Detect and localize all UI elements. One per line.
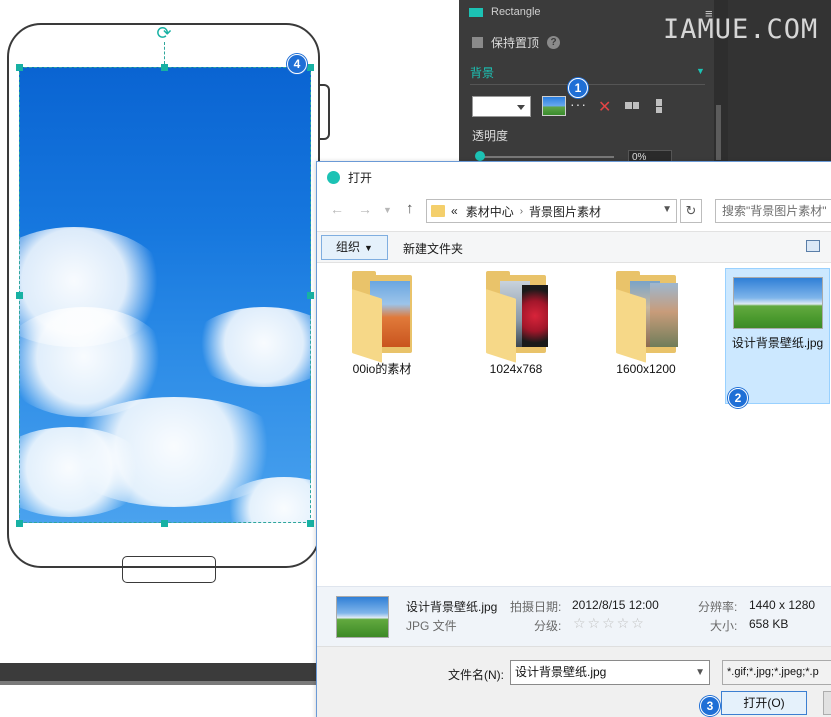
- fill-color-select[interactable]: [472, 96, 531, 117]
- app-icon: [327, 170, 340, 184]
- tile-horizontal-icon[interactable]: [625, 102, 639, 109]
- background-section-title[interactable]: 背景: [470, 64, 494, 81]
- resize-handle-n[interactable]: [161, 64, 168, 71]
- detail-filetype: JPG 文件: [406, 619, 457, 633]
- workspace: ⟳ 4 Rectangle ≡ 保持置顶 ? 背景 ▼ ··· ✕ 透明度 0%…: [0, 0, 831, 717]
- navigation-bar: ← → ▼ ↑ « 素材中心 › 背景图片素材 ▼ ↻ 搜索"背景图片素材": [317, 198, 831, 224]
- address-bar[interactable]: « 素材中心 › 背景图片素材 ▼: [426, 199, 677, 223]
- folder-icon: [616, 271, 678, 363]
- details-pane: 设计背景壁纸.jpg JPG 文件 拍摄日期: 2012/8/15 12:00 …: [317, 586, 831, 646]
- step-badge-2: 2: [728, 388, 748, 408]
- detail-date-value: 2012/8/15 12:00: [572, 598, 659, 612]
- resize-handle-nw[interactable]: [16, 64, 23, 71]
- opacity-slider-thumb[interactable]: [475, 151, 485, 161]
- breadcrumb-item[interactable]: 素材中心: [466, 203, 514, 220]
- breadcrumb-prefix: «: [451, 204, 458, 218]
- cancel-button[interactable]: [823, 691, 831, 715]
- rating-stars[interactable]: ☆☆☆☆☆: [573, 615, 646, 632]
- back-arrow-icon[interactable]: ←: [330, 201, 344, 217]
- opacity-label: 透明度: [472, 129, 509, 143]
- tile-vertical-icon[interactable]: [656, 99, 662, 113]
- phone-side-button: [320, 84, 330, 140]
- canvas-bottom-bar: [0, 663, 318, 685]
- refresh-icon[interactable]: ↻: [680, 199, 702, 223]
- step-badge-1: 1: [568, 78, 588, 98]
- collapse-arrow-icon[interactable]: ▼: [696, 66, 705, 76]
- image-thumbnail: [732, 277, 823, 329]
- filename-value: 设计背景壁纸.jpg: [515, 665, 607, 679]
- rectangle-icon: [469, 7, 483, 17]
- opacity-slider-track[interactable]: [479, 156, 614, 158]
- help-icon[interactable]: ?: [547, 36, 561, 49]
- rotate-connector: [164, 42, 165, 64]
- folder-icon: [431, 205, 445, 217]
- detail-resolution-value: 1440 x 1280: [749, 598, 816, 612]
- detail-resolution-label: 分辨率:: [698, 600, 738, 614]
- detail-size-value: 658 KB: [749, 617, 789, 631]
- dialog-titlebar[interactable]: 打开: [317, 162, 831, 192]
- selection-frame[interactable]: [19, 67, 311, 523]
- folder-item[interactable]: 1024x768: [465, 269, 567, 399]
- dialog-toolbar: 组织 ▼ 新建文件夹: [317, 231, 831, 263]
- caret-down-icon: ▼: [364, 243, 373, 253]
- recent-dropdown-icon[interactable]: ▼: [383, 205, 392, 215]
- folder-item[interactable]: 1600x1200: [595, 269, 697, 399]
- resize-handle-s[interactable]: [161, 520, 168, 527]
- search-input[interactable]: 搜索"背景图片素材": [715, 199, 831, 223]
- detail-rating-label: 分级:: [534, 619, 562, 633]
- panel-header: Rectangle: [469, 6, 541, 18]
- open-file-dialog: 打开 ← → ▼ ↑ « 素材中心 › 背景图片素材 ▼ ↻ 搜索"背景图片素材…: [316, 161, 831, 717]
- chevron-down-icon[interactable]: ▼: [662, 204, 672, 215]
- watermark: IAMUE.COM: [663, 14, 819, 45]
- keep-on-top-row[interactable]: 保持置顶 ?: [472, 34, 561, 51]
- rotate-icon[interactable]: ⟳: [153, 22, 175, 44]
- folder-icon: [486, 271, 548, 363]
- keep-on-top-checkbox[interactable]: [472, 37, 483, 48]
- folder-icon: [352, 271, 412, 363]
- panel-scrollbar[interactable]: [716, 105, 721, 160]
- item-label: 00io的素材: [352, 362, 412, 376]
- new-folder-button[interactable]: 新建文件夹: [403, 240, 463, 257]
- organize-button[interactable]: 组织 ▼: [321, 235, 388, 260]
- panel-title: Rectangle: [491, 6, 541, 18]
- step-badge-4: 4: [287, 54, 307, 74]
- view-mode-icon[interactable]: [806, 240, 820, 252]
- clear-fill-icon[interactable]: ✕: [598, 97, 611, 117]
- keep-on-top-label: 保持置顶: [491, 36, 540, 50]
- image-fill-button[interactable]: [542, 96, 566, 116]
- resize-handle-w[interactable]: [16, 292, 23, 299]
- item-label: 1600x1200: [616, 362, 676, 376]
- file-type-filter[interactable]: *.gif;*.jpg;*.jpeg;*.p: [722, 660, 831, 685]
- item-label: 1024x768: [489, 362, 543, 376]
- detail-filename: 设计背景壁纸.jpg: [406, 600, 498, 614]
- item-label: 设计背景壁纸.jpg: [731, 336, 824, 350]
- image-file-item[interactable]: 设计背景壁纸.jpg: [725, 268, 830, 404]
- detail-size-label: 大小:: [710, 619, 738, 633]
- forward-arrow-icon[interactable]: →: [358, 201, 372, 217]
- organize-label: 组织: [336, 240, 361, 254]
- filename-input[interactable]: 设计背景壁纸.jpg ▼: [510, 660, 710, 685]
- filename-label: 文件名(N):: [448, 668, 504, 682]
- detail-date-label: 拍摄日期:: [510, 600, 562, 614]
- phone-home-button: [122, 556, 216, 583]
- breadcrumb-item[interactable]: 背景图片素材: [529, 203, 601, 220]
- dialog-footer: 文件名(N): 设计背景壁纸.jpg ▼ *.gif;*.jpg;*.jpeg;…: [317, 646, 831, 717]
- preview-thumbnail: [336, 596, 389, 638]
- dialog-title: 打开: [348, 170, 373, 185]
- chevron-right-icon: ›: [519, 205, 524, 217]
- resize-handle-sw[interactable]: [16, 520, 23, 527]
- chevron-down-icon[interactable]: ▼: [695, 661, 705, 684]
- step-badge-3: 3: [700, 696, 720, 716]
- resize-handle-se[interactable]: [307, 520, 314, 527]
- up-arrow-icon[interactable]: ↑: [406, 200, 414, 217]
- resize-handle-ne[interactable]: [307, 64, 314, 71]
- resize-handle-e[interactable]: [307, 292, 314, 299]
- folder-item[interactable]: 00io的素材: [331, 269, 433, 399]
- more-options-button[interactable]: ···: [570, 96, 587, 112]
- open-button[interactable]: 打开(O): [721, 691, 807, 715]
